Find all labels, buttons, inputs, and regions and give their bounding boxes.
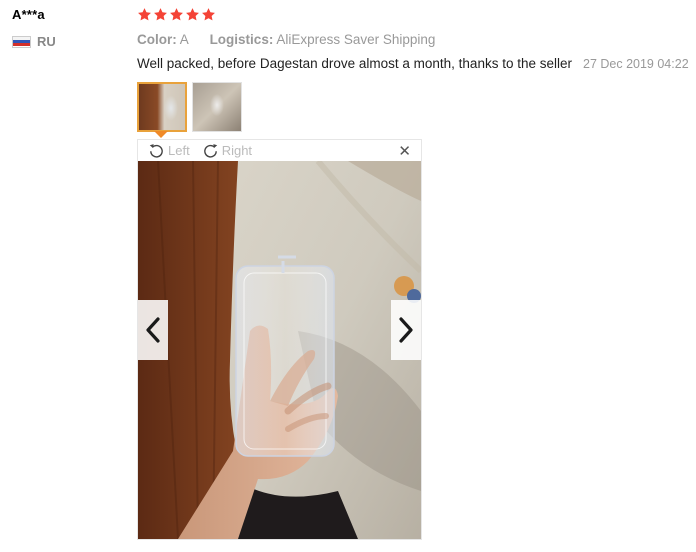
viewer-toolbar: Left Right ✕	[138, 140, 421, 161]
star-icon	[137, 7, 152, 22]
star-icon	[153, 7, 168, 22]
rotate-right-button[interactable]: Right	[202, 142, 252, 159]
review-photo	[138, 161, 421, 539]
rotate-left-icon	[149, 144, 163, 158]
country-code: RU	[37, 34, 56, 49]
logistics-value: AliExpress Saver Shipping	[276, 32, 436, 47]
rotate-right-label: Right	[221, 143, 253, 158]
rotate-right-icon	[203, 144, 217, 158]
next-photo-button[interactable]	[391, 300, 421, 360]
close-icon[interactable]: ✕	[398, 142, 411, 160]
color-label: Color:	[137, 32, 177, 47]
star-icon	[169, 7, 184, 22]
review-date: 27 Dec 2019 04:22	[583, 57, 689, 71]
review-attributes: Color: A Logistics: AliExpress Saver Shi…	[137, 32, 435, 47]
rotate-left-button[interactable]: Left	[148, 142, 190, 159]
photo-thumbnail[interactable]	[192, 82, 242, 132]
rotate-left-label: Left	[168, 143, 190, 158]
review-text: Well packed, before Dagestan drove almos…	[137, 56, 572, 71]
star-icon	[201, 7, 216, 22]
previous-photo-button[interactable]	[138, 300, 168, 360]
star-rating	[137, 7, 216, 22]
color-value: A	[179, 32, 189, 47]
thumbnail-pointer-icon	[154, 131, 168, 138]
photo-thumbnail-selected[interactable]	[137, 82, 187, 132]
reviewer-name: A***a	[12, 7, 45, 22]
chevron-left-icon	[146, 317, 160, 343]
chevron-right-icon	[399, 317, 413, 343]
photo-viewer: Left Right ✕	[137, 139, 422, 540]
logistics-label: Logistics:	[209, 32, 274, 47]
review-item: A***a RU Color: A Logistics: AliExpress …	[0, 0, 696, 552]
star-icon	[185, 7, 200, 22]
reviewer-country: RU	[12, 34, 56, 49]
russia-flag-icon	[12, 35, 31, 48]
